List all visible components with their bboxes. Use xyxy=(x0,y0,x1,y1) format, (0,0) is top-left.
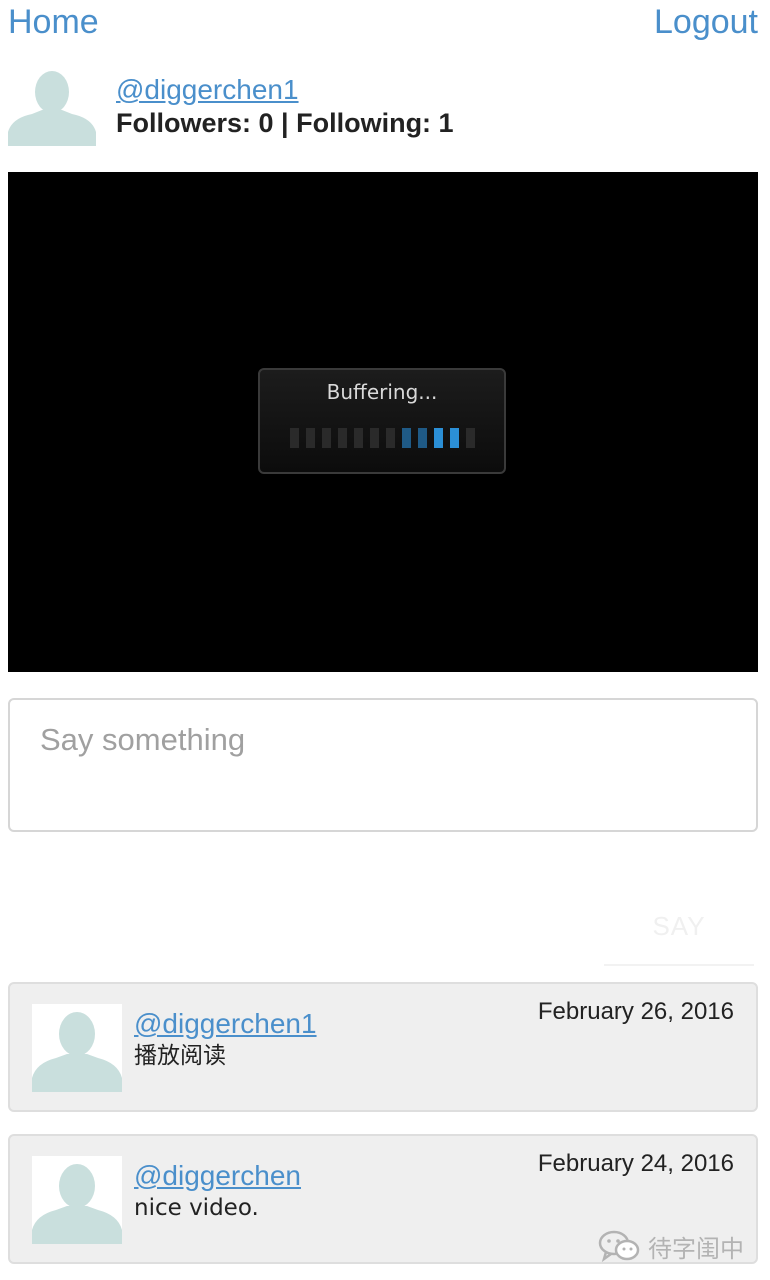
buffer-bar xyxy=(386,428,395,448)
post-avatar xyxy=(32,1156,122,1244)
watermark: 待字闺中 xyxy=(598,1226,744,1266)
buffer-bar xyxy=(370,428,379,448)
buffer-bar xyxy=(466,428,475,448)
post-author-link[interactable]: @diggerchen xyxy=(134,1160,301,1192)
post-text: nice video. xyxy=(134,1195,259,1221)
buffer-bar xyxy=(354,428,363,448)
buffering-text: Buffering... xyxy=(326,380,438,404)
buffer-bar xyxy=(402,428,411,448)
logout-link[interactable]: Logout xyxy=(654,2,758,42)
buffer-bar xyxy=(338,428,347,448)
person-silhouette-icon xyxy=(32,1004,122,1092)
buffer-bar xyxy=(450,428,459,448)
person-silhouette-icon xyxy=(8,62,96,146)
video-player[interactable]: Buffering... xyxy=(8,172,758,672)
comment-input[interactable] xyxy=(10,700,756,830)
buffer-bar xyxy=(306,428,315,448)
buffer-bar xyxy=(434,428,443,448)
buffering-progress-bars-icon xyxy=(290,428,475,448)
home-link[interactable]: Home xyxy=(8,2,99,42)
comment-box xyxy=(8,698,758,832)
person-silhouette-icon xyxy=(32,1156,122,1244)
follow-stats: Followers: 0 | Following: 1 xyxy=(116,108,454,138)
profile-username-link[interactable]: @diggerchen1 xyxy=(116,74,299,106)
profile-avatar xyxy=(8,62,96,146)
watermark-text: 待字闺中 xyxy=(648,1234,744,1263)
post-date: February 26, 2016 xyxy=(537,998,734,1025)
post-avatar xyxy=(32,1004,122,1092)
post-text: 播放阅读 xyxy=(134,1043,226,1069)
buffer-bar xyxy=(418,428,427,448)
post-card: @diggerchen1 播放阅读 February 26, 2016 xyxy=(8,982,758,1112)
buffering-indicator: Buffering... xyxy=(258,368,506,474)
post-author-link[interactable]: @diggerchen1 xyxy=(134,1008,317,1040)
buffer-bar xyxy=(322,428,331,448)
say-button[interactable]: SAY xyxy=(604,888,754,966)
post-date: February 24, 2016 xyxy=(537,1150,734,1177)
wechat-icon xyxy=(598,1230,640,1263)
buffer-bar xyxy=(290,428,299,448)
